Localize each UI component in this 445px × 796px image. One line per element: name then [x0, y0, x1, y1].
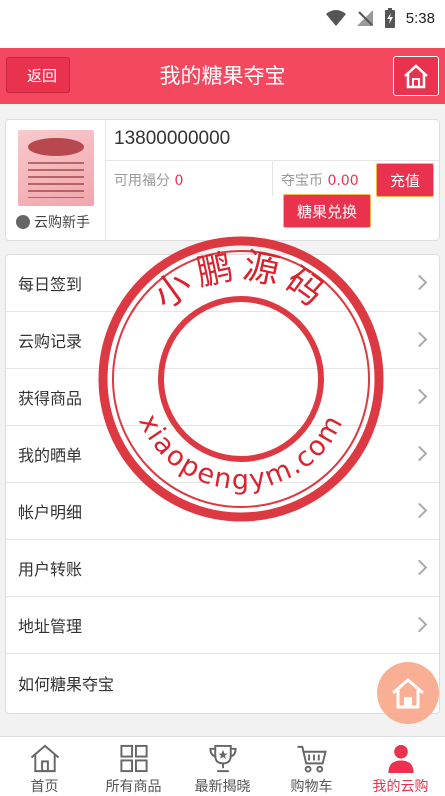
trophy-icon: [208, 744, 237, 773]
tab-label: 我的云购: [372, 779, 429, 795]
level-badge-icon: [16, 215, 30, 229]
tab-all-products[interactable]: 所有商品: [89, 737, 178, 796]
user-level-label: 云购新手: [34, 215, 90, 231]
menu-item-label: 获得商品: [18, 389, 83, 408]
tab-label: 购物车: [290, 779, 333, 795]
menu-item-label: 我的晒单: [18, 446, 83, 465]
no-signal-icon: [356, 10, 373, 26]
coins-value: 0.00: [327, 173, 359, 189]
tab-cart[interactable]: 购物车: [267, 737, 356, 796]
avatar[interactable]: [18, 130, 94, 206]
menu-item-daily-checkin[interactable]: 每日签到: [6, 255, 439, 312]
profile-card: 云购新手 13800000000 可用福分 0 夺宝币 0.00 充值 糖果兑换: [5, 119, 440, 241]
tab-latest-results[interactable]: 最新揭晓: [178, 737, 267, 796]
points-info: 可用福分 0: [114, 170, 183, 190]
menu-item-user-transfer[interactable]: 用户转账: [6, 540, 439, 597]
status-bar: 5:38: [0, 0, 445, 48]
user-icon: [387, 744, 414, 774]
menu-item-label: 每日签到: [18, 275, 83, 294]
cart-icon: [296, 745, 327, 773]
menu-item-account-details[interactable]: 帐户明细: [6, 483, 439, 540]
home-icon: [404, 64, 428, 89]
chevron-right-icon: [411, 559, 428, 576]
header: 我的糖果夺宝 返回: [0, 48, 445, 104]
menu-item-label: 如何糖果夺宝: [18, 674, 115, 694]
account-menu: 每日签到 云购记录 获得商品 我的晒单 帐户明细 用户转账 地址管理 如何糖果夺…: [5, 254, 440, 714]
chevron-right-icon: [411, 388, 428, 405]
menu-item-address-management[interactable]: 地址管理: [6, 597, 439, 654]
chevron-right-icon: [411, 331, 428, 348]
menu-item-how-to-play[interactable]: 如何糖果夺宝: [6, 654, 439, 711]
back-button[interactable]: 返回: [6, 57, 70, 93]
home-icon: [392, 678, 424, 709]
menu-item-label: 云购记录: [18, 332, 83, 351]
avatar-box: 云购新手: [6, 120, 106, 240]
candy-exchange-button[interactable]: 糖果兑换: [283, 194, 371, 228]
battery-icon: [384, 8, 395, 28]
menu-item-label: 用户转账: [18, 560, 83, 579]
status-time: 5:38: [405, 9, 435, 27]
chevron-right-icon: [411, 445, 428, 462]
menu-item-won-products[interactable]: 获得商品: [6, 369, 439, 426]
menu-item-label: 帐户明细: [18, 503, 83, 522]
recharge-button[interactable]: 充值: [376, 163, 434, 197]
chevron-right-icon: [411, 274, 428, 291]
tab-label: 最新揭晓: [194, 779, 251, 795]
tab-label: 所有商品: [105, 779, 162, 795]
floating-home-button[interactable]: [377, 662, 439, 724]
grid-icon: [119, 744, 148, 773]
coins-info: 夺宝币 0.00: [281, 170, 359, 190]
user-phone: 13800000000: [114, 128, 231, 149]
tab-label: 首页: [30, 779, 59, 795]
points-value: 0: [174, 173, 184, 189]
tab-home[interactable]: 首页: [0, 737, 89, 796]
points-label: 可用福分: [114, 173, 170, 189]
coins-label: 夺宝币: [281, 173, 323, 189]
menu-item-my-shares[interactable]: 我的晒单: [6, 426, 439, 483]
chevron-right-icon: [411, 616, 428, 633]
back-button-label: 返回: [26, 66, 57, 85]
menu-item-label: 地址管理: [18, 617, 83, 636]
tab-my-account[interactable]: 我的云购: [356, 737, 445, 796]
wifi-icon: [325, 10, 346, 26]
user-level: 云购新手: [16, 212, 90, 232]
bottom-tab-bar: 首页 所有商品 最新揭晓 购物车 我的云购: [0, 736, 445, 796]
chevron-right-icon: [411, 502, 428, 519]
home-button[interactable]: [393, 56, 439, 96]
menu-item-purchase-records[interactable]: 云购记录: [6, 312, 439, 369]
home-icon: [30, 744, 59, 773]
